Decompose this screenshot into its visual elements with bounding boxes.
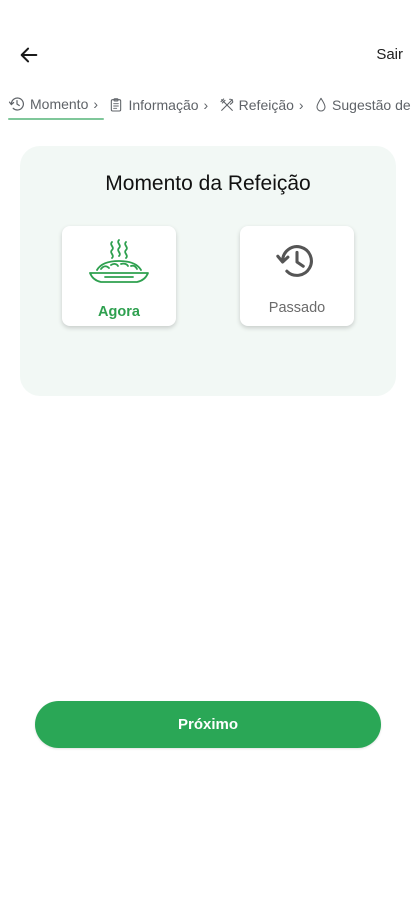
step-meal[interactable]: Refeição › xyxy=(219,93,304,117)
top-bar: Sair xyxy=(0,0,415,90)
step-label: Informação xyxy=(128,97,199,113)
step-moment[interactable]: Momento › xyxy=(8,92,105,120)
utensils-icon xyxy=(219,97,235,113)
meal-moment-card: Momento da Refeição Agora Passado xyxy=(20,146,396,396)
option-past[interactable]: Passado xyxy=(240,226,354,326)
history-icon xyxy=(240,238,354,284)
card-title: Momento da Refeição xyxy=(105,172,311,195)
clipboard-icon xyxy=(108,97,124,113)
drop-icon xyxy=(314,97,328,113)
step-label: Refeição xyxy=(238,97,294,113)
option-past-label: Passado xyxy=(268,300,326,316)
step-info[interactable]: Informação › xyxy=(108,93,208,117)
back-button[interactable] xyxy=(14,40,44,70)
hot-dish-icon xyxy=(62,238,176,288)
option-now-label: Agora xyxy=(98,304,140,320)
arrow-left-icon xyxy=(20,47,38,63)
step-breadcrumb: Momento › Informação › Refeição › Sugest… xyxy=(8,92,415,120)
step-suggestion[interactable]: Sugestão de D xyxy=(314,93,415,117)
chevron-right-icon: › xyxy=(203,97,209,113)
chevron-right-icon: › xyxy=(93,96,99,112)
step-label: Momento xyxy=(30,96,89,112)
history-icon xyxy=(8,95,26,113)
next-button[interactable]: Próximo xyxy=(35,701,381,748)
option-now[interactable]: Agora xyxy=(62,226,176,326)
exit-button[interactable]: Sair xyxy=(376,46,403,63)
chevron-right-icon: › xyxy=(298,97,304,113)
step-label: Sugestão de D xyxy=(332,97,415,113)
